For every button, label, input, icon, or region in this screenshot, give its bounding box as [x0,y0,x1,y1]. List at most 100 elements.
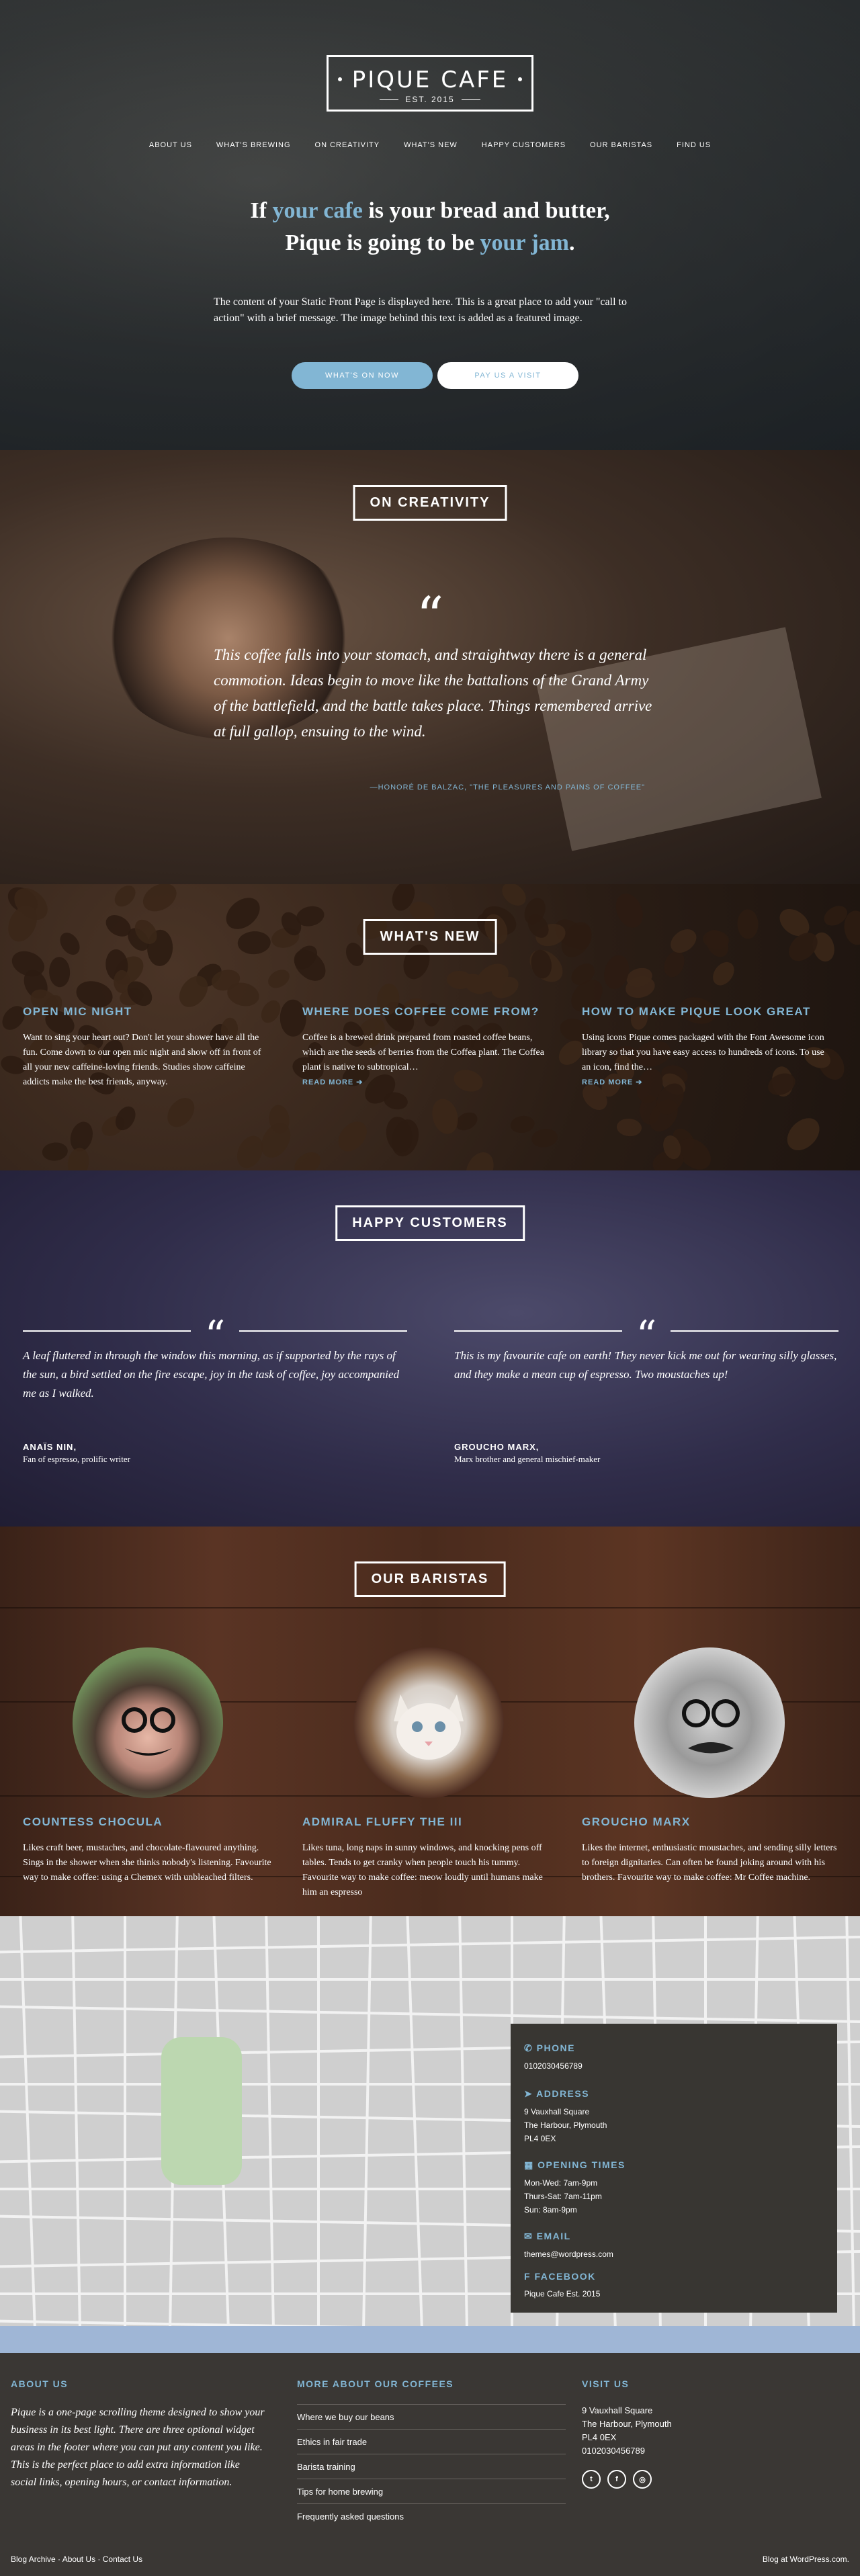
quote-citation: —Honoré de Balzac, "The Pleasures and Pa… [370,783,645,791]
location-arrow-icon: ➤ [524,2088,537,2099]
map-section[interactable]: ✆ Phone 0102030456789 ➤ Address 9 Vauxha… [0,1916,860,2353]
coffee-bean [701,926,733,961]
quote-icon: “ [416,585,444,648]
nav-whats-new[interactable]: What's New [404,141,458,149]
map-road [0,1978,860,1981]
map-water [0,2326,860,2353]
map-road [17,1916,39,2353]
headline-text: Pique is going to be [285,230,480,255]
hours-line: Sun: 8am-9pm [524,2205,577,2215]
section-title: What's New [363,919,497,955]
testimonial-role: Fan of espresso, prolific writer [23,1454,130,1464]
barista-photo-groucho [634,1647,785,1798]
nav-about-us[interactable]: About Us [149,141,192,149]
coffee-bean [661,948,689,980]
nav-on-creativity[interactable]: On Creativity [315,141,380,149]
map-road [404,1916,426,2353]
coffee-bean [220,891,266,935]
calendar-icon: ▦ [524,2159,538,2170]
twitter-icon[interactable]: t [582,2470,601,2489]
kitten-icon [394,1694,464,1760]
map-road [317,1916,320,2353]
logo-est: EST. 2015 [329,95,531,104]
barista-photo-countess [73,1647,223,1798]
footer-credit[interactable]: Blog at WordPress.com. [763,2554,849,2564]
phone-label: Phone [536,2043,575,2053]
coffee-bean [66,1146,91,1170]
pay-us-a-visit-button[interactable]: Pay us a visit [437,362,578,389]
map-park [161,2037,242,2185]
read-more-link[interactable]: Read more ➔ [582,1078,830,1086]
facebook-icon[interactable]: f [607,2470,626,2489]
contact-phone: ✆ Phone 0102030456789 [524,2043,583,2073]
post-title[interactable]: Where does coffee come from? [302,1005,551,1019]
footer-about-text: Pique is a one-page scrolling theme desi… [11,2407,265,2488]
email-value[interactable]: themes@wordpress.com [524,2247,613,2261]
contact-info-panel: ✆ Phone 0102030456789 ➤ Address 9 Vauxha… [511,2024,837,2313]
map-road [71,1916,83,2353]
hero-section: PIQUE CAFE EST. 2015 About Us What's Bre… [0,0,860,450]
footer-bottom-bar: Blog Archive · About Us · Contact Us Blo… [11,2554,849,2564]
instagram-icon[interactable]: ◎ [633,2470,652,2489]
map-road [0,1934,860,1955]
hours-line: Thurs-Sat: 7am-11pm [524,2192,602,2201]
glasses-disguise-icon [122,1707,175,1756]
contact-facebook: f Facebook Pique Cafe Est. 2015 [524,2271,600,2301]
footer-link[interactable]: Tips for home brewing [297,2479,566,2503]
nav-whats-brewing[interactable]: What's Brewing [216,141,291,149]
footer-link[interactable]: Frequently asked questions [297,2503,566,2528]
footer-link[interactable]: Ethics in fair trade [297,2429,566,2454]
section-title: Our Baristas [354,1561,506,1597]
phone-icon: ✆ [524,2043,537,2053]
barista-name: Countess Chocula [23,1815,163,1828]
footer-heading: Visit Us [582,2378,630,2389]
post-card: How to make Pique look great Using icons… [582,1005,830,1086]
footer-menu[interactable]: Blog Archive · About Us · Contact Us [11,2554,142,2564]
footer-heading: More About Our Coffees [297,2378,454,2389]
post-title[interactable]: Open Mic Night [23,1005,271,1019]
email-label: Email [536,2231,571,2241]
read-more-link[interactable]: Read more ➔ [302,1078,551,1086]
barista-card: Groucho Marx Likes the internet, enthusi… [582,1815,837,1885]
site-logo[interactable]: PIQUE CAFE EST. 2015 [327,55,533,112]
post-excerpt: Want to sing your heart out? Don't let y… [23,1033,261,1087]
map-road [845,1916,857,2353]
phone-value[interactable]: 0102030456789 [524,2059,583,2073]
divider [454,1330,622,1332]
coffee-bean [615,1117,642,1137]
barista-card: Countess Chocula Likes craft beer, musta… [23,1815,278,1885]
footer-link[interactable]: Where we buy our beans [297,2404,566,2429]
testimonial-name: Groucho Marx, [454,1442,540,1452]
nav-our-baristas[interactable]: Our Baristas [590,141,652,149]
nav-happy-customers[interactable]: Happy Customers [482,141,566,149]
post-excerpt: Coffee is a brewed drink prepared from r… [302,1033,544,1072]
map-road [264,1916,276,2353]
barista-card: Admiral Fluffy the III Likes tuna, long … [302,1815,558,1900]
coffee-bean [530,1126,560,1149]
whats-on-now-button[interactable]: What's on now [292,362,433,389]
address-line: PL4 0EX [524,2134,556,2143]
hero-headline: If your cafe is your bread and butter, P… [0,195,860,259]
map-road [124,1916,126,2353]
map-road [0,2004,860,2025]
footer-link[interactable]: Barista training [297,2454,566,2479]
headline-text: If [250,198,273,223]
divider [239,1330,407,1332]
barista-name: Groucho Marx [582,1815,691,1828]
address-line: The Harbour, Plymouth [582,2419,672,2429]
post-title[interactable]: How to make Pique look great [582,1005,830,1019]
headline-accent: your cafe [272,198,363,223]
envelope-icon: ✉ [524,2231,537,2241]
hero-description: The content of your Static Front Page is… [214,296,627,324]
coffee-bean [41,1142,69,1162]
coffee-bean [288,943,332,987]
wood-plank-line [0,1607,860,1608]
logo-dot [518,77,522,81]
map-road [361,1916,373,2353]
facebook-value[interactable]: Pique Cafe Est. 2015 [524,2287,600,2301]
post-excerpt: Using icons Pique comes packaged with th… [582,1033,824,1072]
barista-bio: Likes tuna, long naps in sunny windows, … [302,1843,543,1897]
facebook-icon: f [524,2271,535,2282]
barista-bio: Likes the internet, enthusiastic moustac… [582,1843,837,1883]
nav-find-us[interactable]: Find Us [677,141,711,149]
